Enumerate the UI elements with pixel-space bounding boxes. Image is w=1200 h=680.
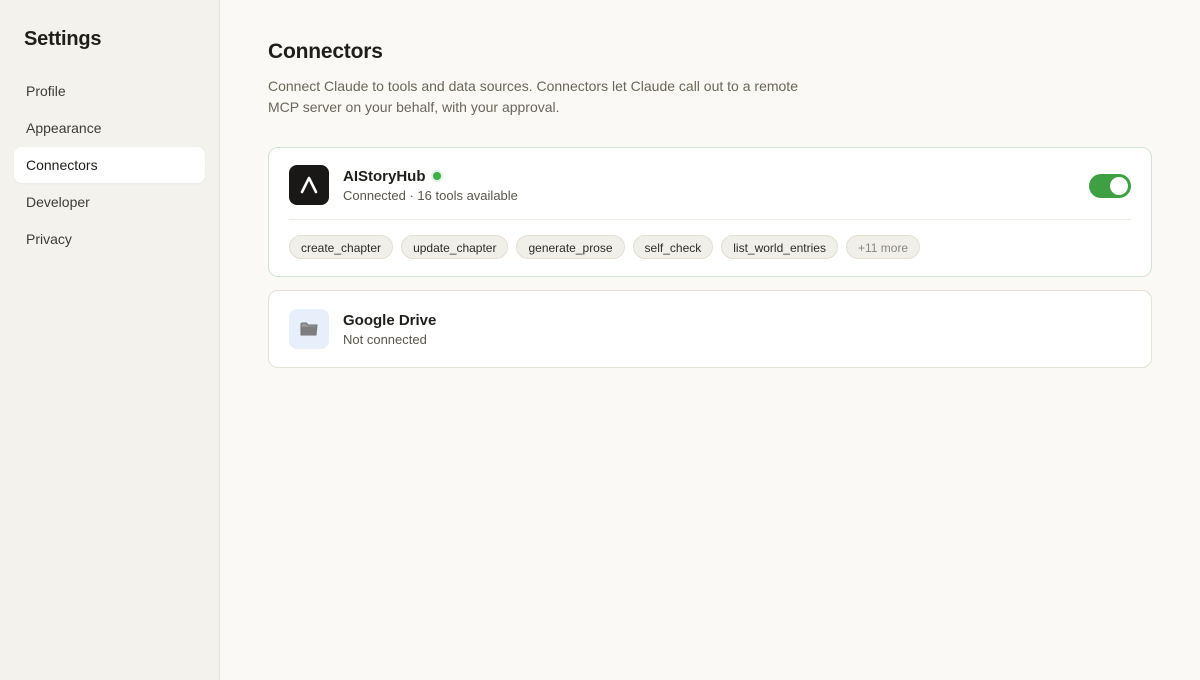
connector-card-aistoryhub: AIStoryHub Connected · 16 tools availabl… [268, 147, 1152, 277]
sidebar-item-appearance[interactable]: Appearance [14, 110, 205, 146]
connector-header: AIStoryHub Connected · 16 tools availabl… [269, 148, 1151, 219]
tool-chip: create_chapter [289, 235, 394, 259]
settings-window: Settings Profile Appearance Connectors D… [0, 0, 1200, 680]
connector-info: Google Drive Not connected [343, 312, 436, 347]
sidebar-item-developer[interactable]: Developer [14, 184, 205, 220]
aistoryhub-logo-icon [289, 165, 329, 205]
connector-status: Not connected [343, 331, 427, 347]
sidebar-item-privacy[interactable]: Privacy [14, 221, 205, 257]
connector-name: AIStoryHub [343, 167, 426, 185]
tool-chip: list_world_entries [721, 235, 838, 259]
sidebar-title: Settings [24, 28, 102, 50]
folder-icon [289, 309, 329, 349]
connector-header: Google Drive Not connected [269, 291, 1151, 367]
settings-sidebar: Settings Profile Appearance Connectors D… [0, 0, 220, 680]
tool-chip: generate_prose [516, 235, 625, 259]
connector-name-row: Google Drive [343, 312, 436, 329]
connector-status: Connected · 16 tools available [343, 187, 518, 203]
tool-chip: self_check [632, 235, 714, 259]
more-tools-chip[interactable]: +11 more [845, 235, 921, 259]
tool-chip: update_chapter [401, 235, 509, 259]
connector-enable-toggle[interactable] [1089, 174, 1131, 198]
page-description: Connect Claude to tools and data sources… [268, 78, 798, 115]
toggle-knob [1110, 177, 1128, 195]
sidebar-item-profile[interactable]: Profile [14, 73, 205, 109]
connector-name: Google Drive [343, 311, 437, 329]
connector-info: AIStoryHub Connected · 16 tools availabl… [343, 168, 518, 203]
connected-status-dot [432, 172, 441, 180]
tool-chips: create_chapter update_chapter generate_p… [269, 220, 1151, 276]
connectors-panel: Connectors Connect Claude to tools and d… [220, 0, 1200, 680]
settings-nav: Profile Appearance Connectors Developer … [14, 73, 205, 257]
connector-card-google-drive[interactable]: Google Drive Not connected [268, 290, 1152, 368]
page-title: Connectors [268, 40, 383, 63]
sidebar-item-connectors[interactable]: Connectors [14, 147, 205, 183]
connector-name-row: AIStoryHub [343, 168, 518, 185]
